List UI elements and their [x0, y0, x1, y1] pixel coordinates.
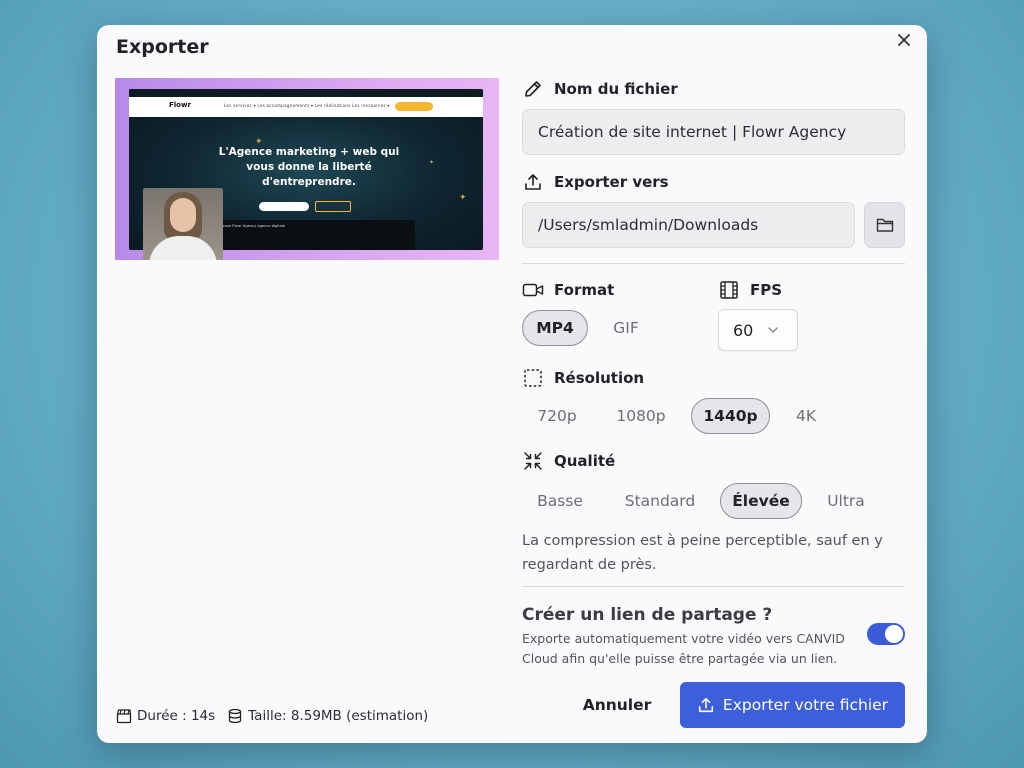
divider: [522, 263, 905, 264]
export-button-label: Exporter votre fichier: [722, 696, 889, 714]
resolution-label: Résolution: [554, 369, 645, 387]
export-to-label: Exporter vers: [554, 173, 669, 191]
upload-icon: [522, 171, 544, 193]
quality-description: La compression est à peine perceptible, …: [522, 533, 883, 573]
filename-label: Nom du fichier: [554, 80, 678, 98]
quality-option-elevee[interactable]: Élevée: [720, 483, 802, 519]
resolution-label-row: Résolution: [522, 367, 644, 389]
browse-folder-button[interactable]: [864, 202, 905, 248]
fps-value: 60: [733, 320, 754, 340]
preview-nav-button: [395, 102, 433, 111]
headline-line: L'Agence marketing + web qui: [218, 146, 400, 158]
close-icon: [898, 34, 910, 46]
video-camera-icon: [522, 279, 544, 301]
format-label: Format: [554, 281, 615, 299]
fps-label-row: FPS: [718, 279, 782, 301]
size-info: Taille: 8.59MB (estimation): [227, 708, 428, 724]
size-text: Taille: 8.59MB (estimation): [248, 708, 429, 724]
preview-logo: Flowr: [169, 101, 191, 109]
film-icon: [718, 279, 740, 301]
dialog-title: Exporter: [116, 36, 209, 58]
duration-info: Durée : 14s: [116, 708, 215, 724]
preview-headline: L'Agence marketing + web qui vous donne …: [204, 145, 414, 190]
resolution-option-720p[interactable]: 720p: [522, 398, 592, 434]
headline-line: d'entreprendre.: [262, 176, 356, 188]
resolution-option-1080p[interactable]: 1080p: [602, 398, 680, 434]
quality-label: Qualité: [554, 452, 616, 470]
resolution-option-1440p[interactable]: 1440p: [691, 398, 770, 434]
chevron-down-icon: [768, 327, 779, 333]
share-link-description: Exporte automatiquement votre vidéo vers…: [522, 631, 845, 666]
filename-input[interactable]: Création de site internet | Flowr Agency: [522, 109, 905, 155]
preview-cta-primary: [259, 202, 309, 211]
fps-select[interactable]: 60: [718, 309, 798, 351]
clapperboard-icon: [116, 709, 132, 724]
database-icon: [229, 708, 242, 724]
video-preview: Flowr Les services ▾ Les accompagnements…: [115, 78, 499, 260]
resolution-option-4k[interactable]: 4K: [781, 398, 831, 434]
preview-video-caption: Showcase Flowr Agency agence digitale: [213, 224, 286, 228]
webcam-face: [170, 198, 196, 232]
export-info: Durée : 14s Taille: 8.59MB (estimation): [116, 708, 440, 724]
headline-line: vous donne la liberté: [246, 161, 372, 173]
quality-option-ultra[interactable]: Ultra: [813, 483, 879, 519]
upload-icon: [698, 697, 713, 713]
sparkle-icon: ✦: [459, 193, 467, 203]
preview-nav-links: Les services ▾ Les accompagnements ▾ Les…: [224, 103, 390, 108]
format-option-gif[interactable]: GIF: [598, 310, 654, 346]
filename-label-row: Nom du fichier: [522, 78, 678, 100]
format-label-row: Format: [522, 279, 614, 301]
sparkle-icon: ✦: [429, 159, 435, 166]
export-path-input[interactable]: /Users/smladmin/Downloads: [522, 202, 855, 248]
quality-option-standard[interactable]: Standard: [612, 483, 708, 519]
divider: [522, 586, 905, 587]
quality-label-row: Qualité: [522, 450, 615, 472]
export-to-label-row: Exporter vers: [522, 171, 669, 193]
share-link-toggle[interactable]: [867, 623, 905, 645]
webcam-overlay: [143, 188, 223, 260]
duration-text: Durée : 14s: [137, 708, 216, 724]
export-file-button[interactable]: Exporter votre fichier: [680, 682, 905, 728]
preview-topbar: [129, 89, 483, 97]
export-dialog: Exporter Flowr Les services ▾ Les accomp…: [97, 25, 927, 743]
close-button[interactable]: [893, 29, 915, 51]
toggle-knob: [885, 625, 903, 643]
webcam-body: [149, 236, 217, 260]
compress-arrows-icon: [522, 450, 544, 472]
format-option-mp4[interactable]: MP4: [522, 310, 588, 346]
dashed-square-icon: [522, 367, 544, 389]
fps-label: FPS: [750, 281, 783, 299]
folder-icon: [876, 218, 893, 232]
quality-option-basse[interactable]: Basse: [522, 483, 598, 519]
pencil-icon: [522, 78, 544, 100]
cancel-button[interactable]: Annuler: [567, 685, 667, 725]
share-link-title: Créer un lien de partage ?: [522, 605, 773, 625]
preview-cta-secondary: [315, 201, 351, 212]
